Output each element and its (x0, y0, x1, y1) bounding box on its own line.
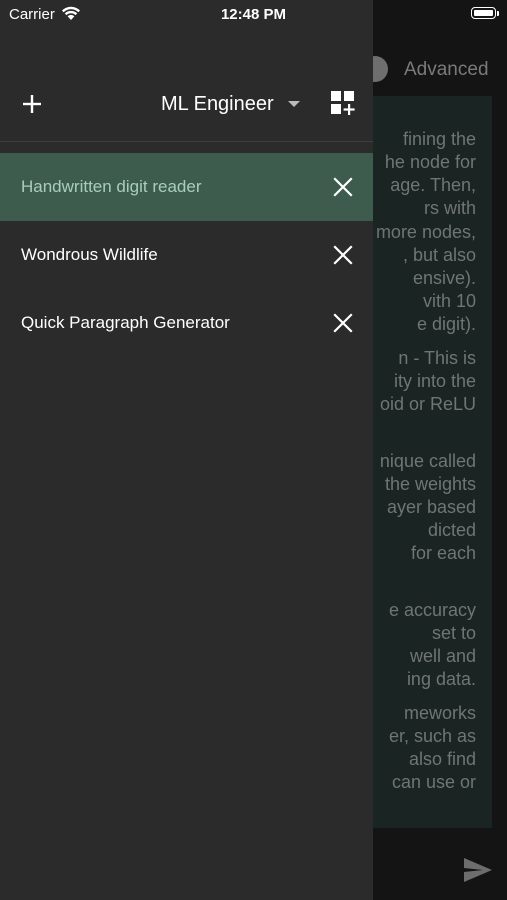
response-line: vith 10 (422, 291, 476, 311)
response-line: er, such as (388, 726, 476, 746)
response-line: ayer based (386, 497, 476, 517)
caret-down-icon (287, 101, 300, 107)
response-line: n - This is (398, 348, 476, 368)
response-line: fining the (402, 129, 476, 149)
role-dropdown[interactable]: ML Engineer (161, 91, 300, 117)
plus-icon[interactable] (18, 90, 46, 118)
response-line: also find (408, 749, 476, 769)
close-icon[interactable] (333, 245, 353, 265)
role-dropdown-label: ML Engineer (161, 92, 274, 115)
project-item-handwritten-digit-reader[interactable]: Handwritten digit reader (0, 153, 373, 221)
response-line: for each (410, 543, 476, 563)
project-item-label: Quick Paragraph Generator (21, 313, 230, 332)
response-line: set to (431, 623, 476, 643)
response-line: meworks (403, 703, 476, 723)
close-icon[interactable] (333, 313, 353, 333)
battery-icon (471, 7, 496, 19)
project-item-label: Handwritten digit reader (21, 177, 202, 196)
response-line: ity into the (393, 371, 476, 391)
drawer-header: ML Engineer (0, 80, 373, 140)
response-line: dicted (427, 520, 476, 540)
response-line: ensive). (412, 268, 476, 288)
close-icon[interactable] (333, 177, 353, 197)
response-line: , but also (402, 245, 476, 265)
advanced-label: Advanced (404, 59, 489, 80)
navigation-drawer: ML Engineer Handwritten digit reader Won… (0, 0, 373, 900)
add-grid-icon[interactable] (330, 90, 356, 116)
response-line: the weights (384, 474, 476, 494)
clock: 12:48 PM (220, 6, 287, 23)
project-item-wondrous-wildlife[interactable]: Wondrous Wildlife (0, 221, 373, 289)
project-item-label: Wondrous Wildlife (21, 245, 158, 264)
status-bar: Carrier 12:48 PM (0, 0, 507, 30)
send-icon[interactable] (463, 857, 493, 883)
divider (0, 141, 373, 142)
response-line: ing data. (406, 669, 476, 689)
project-list: Handwritten digit reader Wondrous Wildli… (0, 153, 373, 357)
response-line: rs with (423, 198, 476, 218)
response-line: he node for (384, 152, 476, 172)
response-line: e digit). (416, 314, 476, 334)
response-text: fining the he node for age. Then, rs wit… (366, 96, 492, 828)
response-line: age. Then, (390, 175, 476, 195)
response-line: oid or ReLU (379, 394, 476, 414)
response-line: nique called (379, 451, 476, 471)
battery-tip (497, 11, 499, 16)
response-line: well and (409, 646, 476, 666)
response-line: e accuracy (388, 600, 476, 620)
response-line: can use or (391, 772, 476, 792)
project-item-quick-paragraph-generator[interactable]: Quick Paragraph Generator (0, 289, 373, 357)
response-panel: fining the he node for age. Then, rs wit… (366, 96, 492, 828)
response-line: more nodes, (375, 222, 476, 242)
